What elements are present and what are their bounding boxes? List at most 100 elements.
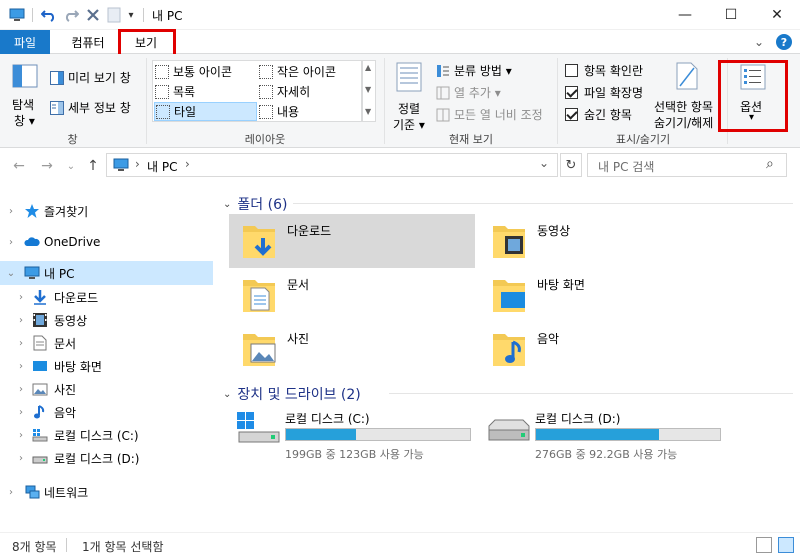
expand-ribbon-icon[interactable]: ⌄	[750, 30, 768, 54]
tab-file[interactable]: 파일	[0, 30, 50, 54]
close-button[interactable]: ✕	[754, 0, 800, 30]
folder-tile-music[interactable]: 음악	[479, 322, 725, 376]
scroll-down-icon[interactable]: ▼	[365, 85, 371, 94]
breadcrumb-separator[interactable]: ›	[185, 157, 190, 171]
sort-by-button[interactable]: 정렬 기준 ▾	[390, 60, 430, 132]
forward-icon[interactable]: →	[38, 157, 56, 175]
search-icon[interactable]: ⌕	[766, 156, 774, 172]
layout-tiles[interactable]: 타일	[154, 102, 257, 121]
highlight-options	[718, 60, 788, 132]
back-icon[interactable]: ←	[10, 157, 28, 175]
folder-tile-videos[interactable]: 동영상	[479, 214, 725, 268]
layout-scroll[interactable]: ▲ ▼ ▼	[362, 60, 376, 122]
file-extensions-toggle[interactable]: 파일 확장명	[565, 84, 643, 101]
folders-group-header[interactable]: ⌄ 폴더 (6)	[223, 194, 287, 214]
hidden-items-toggle[interactable]: 숨긴 항목	[565, 106, 632, 123]
expand-chevron-icon[interactable]: ›	[6, 206, 16, 217]
music-folder-icon	[493, 334, 525, 366]
drive-tile-c[interactable]: 로컬 디스크 (C:) 199GB 중 123GB 사용 가능	[229, 404, 475, 464]
layout-small-icons[interactable]: 작은 아이콘	[259, 62, 361, 81]
preview-pane-button[interactable]: 미리 보기 창	[50, 69, 131, 86]
documents-folder-icon	[243, 280, 275, 312]
add-column-icon	[436, 86, 450, 99]
nav-item-pictures[interactable]: › 사진	[0, 377, 213, 401]
fit-columns-button[interactable]: 모든 열 너비 조정	[436, 106, 543, 123]
minimize-button[interactable]: —	[662, 0, 708, 30]
breadcrumb-separator[interactable]: ›	[135, 157, 140, 171]
undo-icon[interactable]	[40, 6, 58, 24]
large-icons-view-toggle-icon[interactable]	[778, 537, 794, 553]
title-bar: ▾ 내 PC — ☐ ✕	[0, 0, 800, 30]
hide-selected-button[interactable]: 선택한 항목 숨기기/해제	[654, 60, 720, 130]
hidden-items-checkbox[interactable]	[565, 108, 578, 121]
nav-item-network[interactable]: › 네트워크	[0, 480, 213, 504]
expand-chevron-icon[interactable]: ›	[16, 338, 26, 349]
nav-item-videos[interactable]: › 동영상	[0, 308, 213, 332]
drive-usage-fill	[536, 429, 660, 440]
expand-chevron-icon[interactable]: ›	[16, 453, 26, 464]
content-pane: ⌄ 폴더 (6) 다운로드 동영상 문서 바탕 화면 사진 음악 ⌄ 장치 및 …	[213, 182, 800, 532]
expand-chevron-icon[interactable]: ›	[16, 430, 26, 441]
download-icon	[34, 290, 46, 305]
folder-tile-documents[interactable]: 문서	[229, 268, 475, 322]
tab-computer[interactable]: 컴퓨터	[60, 30, 116, 54]
navigation-pane-button[interactable]: 탐색 창 ▾	[8, 60, 42, 128]
expand-chevron-icon[interactable]: ›	[16, 315, 26, 326]
divider	[32, 8, 33, 22]
maximize-button[interactable]: ☐	[708, 0, 754, 30]
network-icon	[25, 485, 40, 499]
add-column-button[interactable]: 열 추가 ▾	[436, 84, 501, 101]
search-box[interactable]: 내 PC 검색 ⌕	[587, 153, 787, 177]
layout-content[interactable]: 내용	[259, 102, 361, 121]
nav-item-this-pc[interactable]: ⌄ 내 PC	[0, 261, 213, 285]
breadcrumb-this-pc[interactable]: 내 PC	[147, 158, 177, 175]
this-pc-icon[interactable]	[8, 6, 26, 24]
folder-tile-desktop[interactable]: 바탕 화면	[479, 268, 725, 322]
collapse-chevron-icon[interactable]: ⌄	[6, 268, 16, 279]
details-view-toggle-icon[interactable]	[756, 537, 772, 553]
properties-icon[interactable]	[106, 6, 122, 24]
file-extensions-checkbox[interactable]	[565, 86, 578, 99]
expand-chevron-icon[interactable]: ›	[16, 361, 26, 372]
nav-item-downloads[interactable]: › 다운로드	[0, 285, 213, 309]
nav-item-drive-d[interactable]: › 로컬 디스크 (D:)	[0, 446, 213, 470]
more-icon[interactable]: ▼	[365, 107, 371, 116]
expand-chevron-icon[interactable]: ›	[16, 292, 26, 303]
layout-details[interactable]: 자세히	[259, 82, 361, 101]
expand-chevron-icon[interactable]: ›	[16, 384, 26, 395]
address-dropdown-icon[interactable]: ⌄	[539, 156, 549, 170]
scroll-up-icon[interactable]: ▲	[365, 63, 371, 72]
drives-group-header[interactable]: ⌄ 장치 및 드라이브 (2)	[223, 384, 361, 404]
layout-large-icons[interactable]: 보통 아이콘	[155, 62, 257, 81]
customize-quick-access-icon[interactable]: ▾	[125, 6, 137, 24]
details-pane-button[interactable]: 세부 정보 창	[50, 99, 131, 116]
search-input[interactable]: 내 PC 검색	[598, 158, 654, 175]
nav-item-desktop[interactable]: › 바탕 화면	[0, 354, 213, 378]
nav-item-onedrive[interactable]: › OneDrive	[0, 230, 213, 254]
collapse-chevron-icon[interactable]: ⌄	[223, 199, 231, 210]
expand-chevron-icon[interactable]: ›	[6, 237, 16, 248]
folder-tile-downloads[interactable]: 다운로드	[229, 214, 475, 268]
drive-tile-d[interactable]: 로컬 디스크 (D:) 276GB 중 92.2GB 사용 가능	[479, 404, 725, 464]
expand-chevron-icon[interactable]: ›	[6, 487, 16, 498]
recent-locations-icon[interactable]: ⌄	[62, 157, 80, 175]
divider	[66, 538, 67, 552]
layout-list[interactable]: 목록	[155, 82, 257, 101]
group-by-button[interactable]: 분류 방법 ▾	[436, 62, 512, 79]
help-icon[interactable]: ?	[774, 30, 794, 54]
folder-tile-pictures[interactable]: 사진	[229, 322, 475, 376]
nav-item-music[interactable]: › 음악	[0, 400, 213, 424]
nav-item-drive-c[interactable]: › 로컬 디스크 (C:)	[0, 423, 213, 447]
delete-icon[interactable]	[84, 6, 102, 24]
redo-icon[interactable]	[62, 6, 80, 24]
refresh-button[interactable]: ↻	[560, 153, 582, 177]
address-bar[interactable]: › 내 PC › ⌄	[106, 153, 558, 177]
item-checkboxes-toggle[interactable]: 항목 확인란	[565, 62, 643, 79]
up-icon[interactable]: ↑	[84, 157, 102, 175]
expand-chevron-icon[interactable]: ›	[16, 407, 26, 418]
item-checkboxes-checkbox[interactable]	[565, 64, 578, 77]
windows-drive-icon	[32, 429, 48, 442]
nav-item-quick-access[interactable]: › 즐겨찾기	[0, 199, 213, 223]
collapse-chevron-icon[interactable]: ⌄	[223, 389, 231, 400]
nav-item-documents[interactable]: › 문서	[0, 331, 213, 355]
